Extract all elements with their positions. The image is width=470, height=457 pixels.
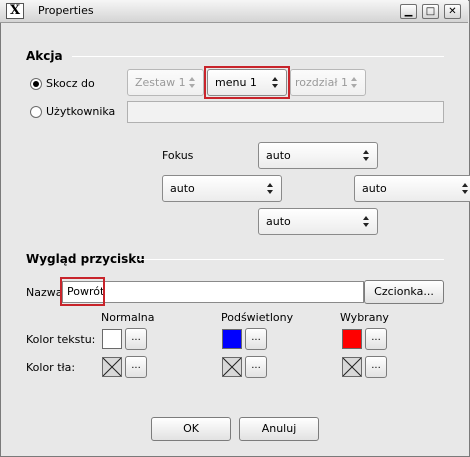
action-separator [72,56,444,57]
jump-to-label: Skocz do [46,77,95,90]
up-down-arrows-icon [272,77,279,89]
chapter-combo-value: rozdział 1 [295,76,348,89]
up-down-arrows-icon [363,216,370,228]
column-normal: Normalna [101,311,155,324]
focus-left-combo[interactable]: auto [162,175,282,202]
bg-color-highlighted-none-icon[interactable] [222,357,242,377]
text-color-highlighted-button[interactable]: ... [245,328,267,350]
close-button[interactable]: ✕ [444,4,461,19]
up-down-arrows-icon [363,150,370,162]
cancel-button[interactable]: Anuluj [239,417,319,441]
bg-color-highlighted-button[interactable]: ... [245,356,267,378]
ok-button[interactable]: OK [151,417,231,441]
bg-color-normal-button[interactable]: ... [125,356,147,378]
bg-color-selected-none-icon[interactable] [342,357,362,377]
up-down-arrows-icon [351,77,358,89]
bg-color-normal-none-icon[interactable] [102,357,122,377]
name-input-highlight [60,277,105,306]
column-highlighted: Podświetlony [221,311,294,324]
action-section-title: Akcja [26,49,63,63]
focus-right-value: auto [362,182,387,195]
focus-up-value: auto [266,149,291,162]
menu-combo-value: menu 1 [215,76,257,89]
text-color-selected-button[interactable]: ... [365,328,387,350]
user-input[interactable] [127,101,444,123]
up-down-arrows-icon [462,183,469,195]
set-combo-value: Zestaw 1 [135,76,186,89]
focus-label: Fokus [162,149,194,162]
appearance-separator [138,259,444,260]
window-title: Properties [38,4,94,17]
minimize-button[interactable]: ▁ [400,4,417,19]
up-down-arrows-icon [189,77,196,89]
focus-up-combo[interactable]: auto [258,142,378,169]
name-input[interactable]: Powrót [62,281,364,303]
chapter-combo[interactable]: rozdział 1 [290,69,366,96]
user-label: Użytkownika [46,105,116,118]
bg-color-selected-button[interactable]: ... [365,356,387,378]
maximize-icon: □ [425,6,436,17]
column-selected: Wybrany [340,311,389,324]
font-button[interactable]: Czcionka... [364,280,444,304]
focus-left-value: auto [170,182,195,195]
app-icon: X [6,3,24,19]
name-label: Nazwa [26,286,63,299]
text-color-normal-button[interactable]: ... [125,328,147,350]
focus-right-combo[interactable]: auto [354,175,470,202]
up-down-arrows-icon [267,183,274,195]
set-combo[interactable]: Zestaw 1 [127,69,204,96]
text-color-label: Kolor tekstu: [26,333,96,346]
minimize-icon: ▁ [404,6,413,17]
focus-down-value: auto [266,215,291,228]
bg-color-label: Kolor tła: [26,361,76,374]
menu-combo[interactable]: menu 1 [207,69,287,96]
appearance-section-title: Wygląd przycisku [26,252,145,266]
user-radio[interactable] [30,106,42,118]
text-color-highlighted-swatch[interactable] [222,329,242,349]
text-color-normal-swatch[interactable] [102,329,122,349]
jump-to-radio[interactable] [30,78,42,90]
maximize-button[interactable]: □ [422,4,439,19]
close-icon: ✕ [448,6,457,17]
focus-down-combo[interactable]: auto [258,208,378,235]
text-color-selected-swatch[interactable] [342,329,362,349]
